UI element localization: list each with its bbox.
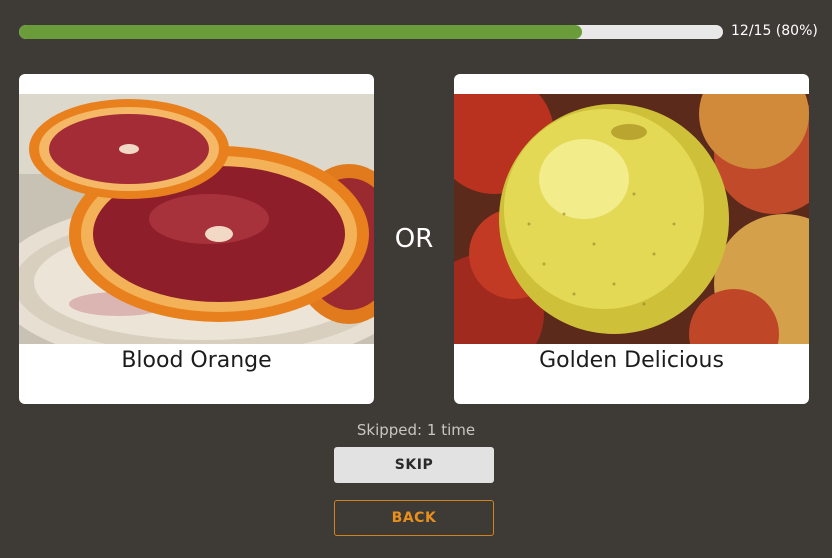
skip-count-text: Skipped: 1 time xyxy=(356,421,476,439)
blood-orange-image xyxy=(19,94,374,344)
choice-label-right: Golden Delicious xyxy=(539,348,724,373)
back-button[interactable]: BACK xyxy=(334,500,494,536)
skip-button[interactable]: SKIP xyxy=(334,447,494,483)
golden-delicious-image xyxy=(454,94,809,344)
progress-fill xyxy=(19,25,583,39)
or-separator: OR xyxy=(394,224,434,254)
progress-label: 12/15 (80%) xyxy=(731,23,818,39)
choice-label-left: Blood Orange xyxy=(121,348,272,373)
progress-bar xyxy=(19,25,723,39)
choice-card-right[interactable]: Golden Delicious xyxy=(454,74,809,404)
choice-card-left[interactable]: Blood Orange xyxy=(19,74,374,404)
